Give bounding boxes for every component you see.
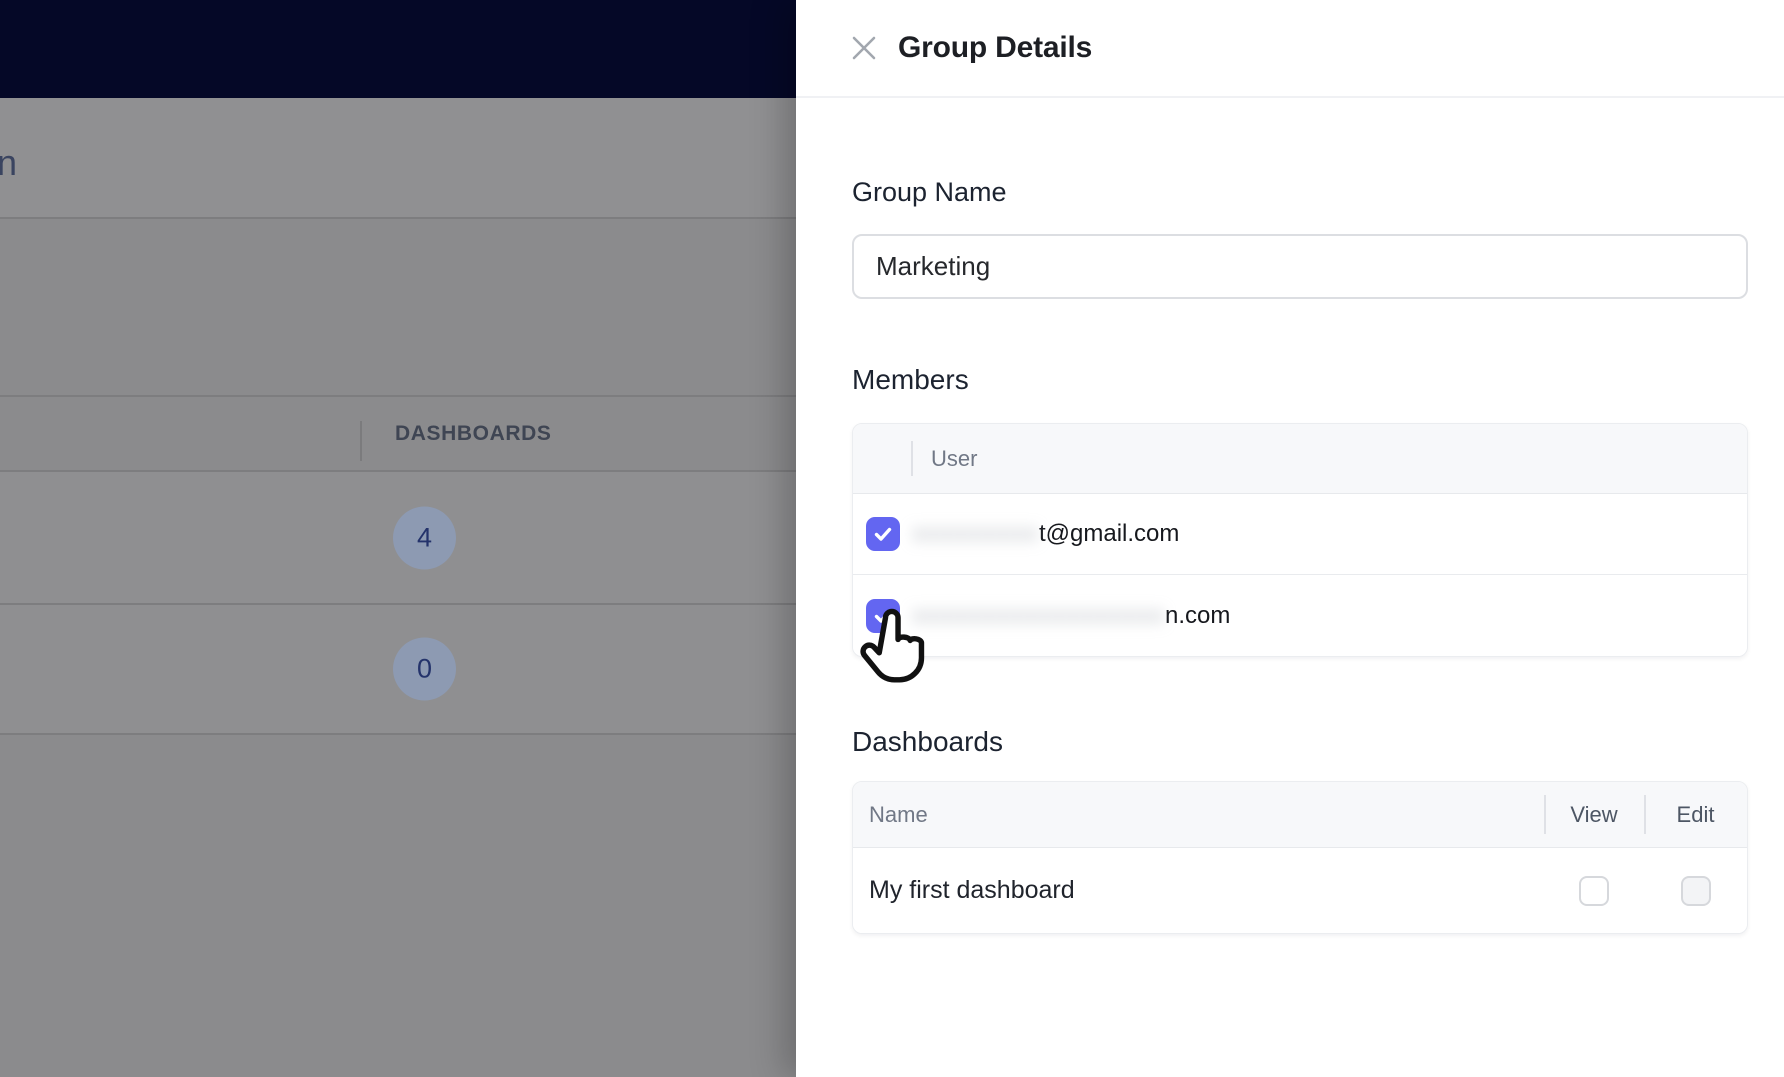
members-heading: Members <box>852 363 1748 396</box>
edit-permission-checkbox[interactable] <box>1681 876 1711 906</box>
group-name-input[interactable] <box>852 234 1748 299</box>
dashboards-table-header: Name View Edit <box>853 782 1747 848</box>
drawer-header: Group Details <box>796 0 1784 98</box>
dashboard-name: My first dashboard <box>853 848 1544 933</box>
dashboards-heading: Dashboards <box>852 725 1748 758</box>
dashboard-count-badge: 0 <box>393 638 456 701</box>
checkbox-column-header <box>853 424 913 493</box>
member-checkbox[interactable] <box>866 599 900 633</box>
members-table: User xxxxxxxxxt@gmail.com <box>852 423 1748 657</box>
clipped-page-heading: n <box>0 142 17 184</box>
dashboards-column-header: DASHBOARDS <box>395 397 552 470</box>
dimmed-page-overlay[interactable]: n DASHBOARDS 4 0 <box>0 0 796 1077</box>
user-column-header: User <box>913 424 977 493</box>
view-permission-checkbox[interactable] <box>1579 876 1609 906</box>
member-row: xxxxxxxxxt@gmail.com <box>853 494 1747 575</box>
member-checkbox[interactable] <box>866 517 900 551</box>
drawer-title: Group Details <box>898 31 1092 65</box>
email-suffix: t@gmail.com <box>1039 520 1179 548</box>
members-table-header: User <box>853 424 1747 494</box>
member-email: xxxxxxxxxt@gmail.com <box>913 494 1179 574</box>
dashboard-row: My first dashboard <box>853 848 1747 933</box>
toolbar-area <box>0 217 796 395</box>
redacted-email-prefix: xxxxxxxxxxxxxxxxxx <box>913 602 1165 630</box>
checkmark-icon <box>871 522 895 546</box>
drawer-content: Group Name Members User xxxxxxxxxt@gmail… <box>796 176 1784 934</box>
dashboards-table: Name View Edit My first dashboard <box>852 781 1748 934</box>
close-button[interactable] <box>848 32 880 64</box>
redacted-email-prefix: xxxxxxxxx <box>913 520 1039 548</box>
view-column-header: View <box>1570 802 1617 828</box>
member-row: xxxxxxxxxxxxxxxxxxn.com <box>853 575 1747 656</box>
checkmark-icon <box>871 604 895 628</box>
edit-column-header: Edit <box>1677 802 1715 828</box>
close-icon <box>849 33 879 63</box>
table-row: 0 <box>0 603 796 733</box>
app-top-navbar <box>0 0 796 98</box>
table-row: 4 <box>0 470 796 603</box>
name-column-header: Name <box>853 782 1544 847</box>
member-email: xxxxxxxxxxxxxxxxxxn.com <box>913 575 1230 656</box>
dashboard-count-badge: 4 <box>393 506 456 569</box>
page-header-area: n <box>0 98 796 217</box>
background-table-header: DASHBOARDS <box>0 395 796 470</box>
table-footer-area <box>0 733 796 1077</box>
email-suffix: n.com <box>1165 602 1230 630</box>
group-details-drawer: Group Details Group Name Members User <box>796 0 1784 1077</box>
column-divider <box>360 421 362 461</box>
group-name-label: Group Name <box>852 176 1748 208</box>
